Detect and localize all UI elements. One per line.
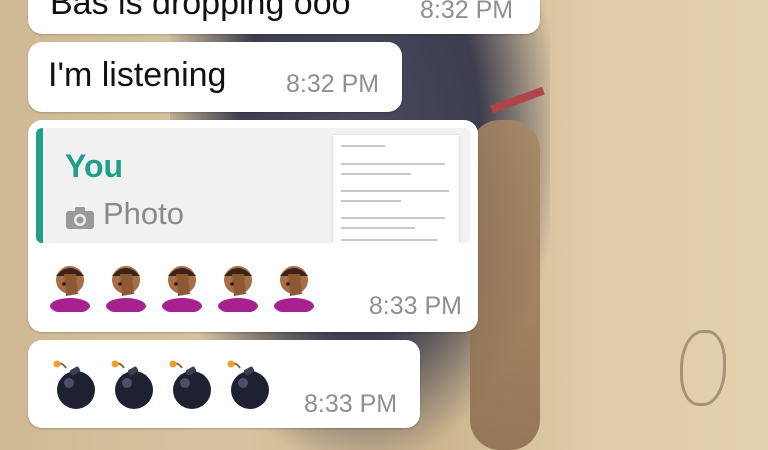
facepalm-emoji-icon <box>158 260 206 314</box>
facepalm-emoji-icon <box>214 260 262 314</box>
bomb-emoji-icon <box>110 360 156 410</box>
quote-author: You <box>65 148 124 184</box>
message-time: 8:33 PM <box>304 390 398 418</box>
quote-type: Photo <box>65 196 184 232</box>
facepalm-emoji-icon <box>270 260 318 314</box>
message-bubble[interactable]: I'm listening 8:32 PM <box>28 42 402 112</box>
camera-icon <box>65 202 95 229</box>
message-bubble[interactable]: You Photo 8:33 PM <box>28 120 478 332</box>
bomb-emoji-icon <box>52 360 98 410</box>
message-bubble[interactable]: 8:33 PM <box>28 340 420 428</box>
message-text: I'm listening <box>48 56 227 94</box>
quote-type-label: Photo <box>103 196 185 231</box>
background-arm <box>470 120 540 450</box>
message-time: 8:33 PM <box>368 292 462 320</box>
photo-thumbnail[interactable] <box>332 134 460 243</box>
background-wall-mark <box>680 330 726 406</box>
bomb-emoji-icon <box>168 360 214 410</box>
message-text: Bas is dropping ooo <box>50 0 351 22</box>
message-time: 8:32 PM <box>420 0 514 24</box>
facepalm-emoji-icon <box>102 260 150 314</box>
quote-accent-bar <box>36 128 43 243</box>
message-time: 8:32 PM <box>286 70 380 98</box>
emoji-row <box>52 360 272 410</box>
message-bubble[interactable]: Bas is dropping ooo 8:32 PM <box>28 0 540 34</box>
quoted-message[interactable]: You Photo <box>36 128 470 243</box>
bomb-emoji-icon <box>226 360 272 410</box>
facepalm-emoji-icon <box>46 260 94 314</box>
emoji-row <box>46 260 318 314</box>
